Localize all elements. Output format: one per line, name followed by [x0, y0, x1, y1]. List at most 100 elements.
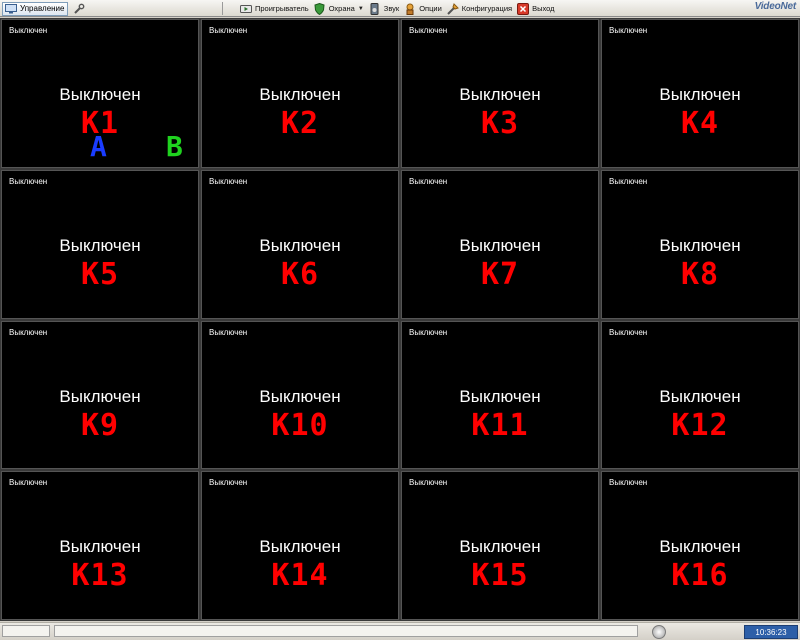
- menu-security-label: Охрана: [328, 4, 355, 13]
- menu-options[interactable]: Опции: [404, 3, 442, 15]
- status-progress-bar: [54, 625, 638, 637]
- config-icon: [447, 2, 459, 15]
- player-icon: [240, 3, 252, 15]
- manage-label: Управление: [20, 4, 65, 13]
- camera-channel-label: K11: [471, 407, 529, 443]
- camera-cell[interactable]: Выключен Выключен K6: [201, 169, 399, 319]
- tools-button[interactable]: [72, 2, 86, 16]
- tray-indicator-icon[interactable]: [652, 625, 666, 639]
- camera-off-message: Выключен: [259, 386, 341, 406]
- status-panel-left: [2, 625, 50, 637]
- camera-off-message: Выключен: [259, 537, 341, 557]
- toolbar-separator: [222, 2, 223, 15]
- camera-cell[interactable]: Выключен Выключен K5: [1, 169, 199, 319]
- overlay-marker-a: A: [90, 130, 107, 163]
- camera-off-message: Выключен: [59, 235, 141, 255]
- camera-cell[interactable]: Выключен Выключен K11: [401, 320, 599, 470]
- camera-channel-label: K13: [71, 558, 129, 594]
- camera-channel-label: K16: [671, 558, 729, 594]
- camera-channel-label: K10: [271, 407, 329, 443]
- exit-icon: [517, 2, 530, 15]
- camera-cell[interactable]: Выключен Выключен K9: [1, 320, 199, 470]
- camera-status-text: Выключен: [209, 26, 248, 35]
- monitor-icon: [5, 3, 17, 14]
- menu-player-label: Проигрыватель: [255, 4, 309, 13]
- menu-exit-label: Выход: [532, 4, 555, 13]
- menu-security[interactable]: Охрана ▼: [314, 2, 364, 15]
- menu-sound[interactable]: Звук: [369, 2, 400, 15]
- camera-status-text: Выключен: [209, 327, 248, 337]
- camera-cell[interactable]: Выключен Выключен K14: [201, 471, 399, 620]
- camera-status-text: Выключен: [9, 26, 48, 35]
- camera-status-text: Выключен: [409, 176, 448, 186]
- camera-off-message: Выключен: [59, 386, 141, 406]
- camera-status-text: Выключен: [609, 176, 648, 186]
- camera-channel-label: K15: [471, 558, 529, 594]
- top-toolbar: Управление Проигрыватель Охрана ▼ Звук О…: [0, 0, 800, 17]
- camera-status-text: Выключен: [409, 26, 448, 35]
- camera-off-message: Выключен: [259, 235, 341, 255]
- camera-channel-label: K5: [80, 256, 120, 292]
- camera-cell[interactable]: Выключен Выключен K7: [401, 169, 599, 319]
- camera-off-message: Выключен: [659, 235, 741, 255]
- camera-cell[interactable]: Выключен Выключен K10: [201, 320, 399, 470]
- camera-cell[interactable]: Выключен Выключен K13: [1, 471, 199, 620]
- toolbar-left-group: Управление: [2, 1, 86, 16]
- camera-off-message: Выключен: [459, 235, 541, 255]
- camera-status-text: Выключен: [209, 176, 248, 186]
- camera-channel-label: K14: [271, 558, 329, 594]
- camera-channel-label: K12: [671, 407, 729, 443]
- camera-off-message: Выключен: [459, 537, 541, 557]
- shield-icon: [314, 2, 326, 15]
- camera-channel-label: K4: [680, 106, 720, 141]
- toolbar-menu: Проигрыватель Охрана ▼ Звук Опции Конфиг…: [240, 1, 560, 16]
- camera-cell[interactable]: Выключен Выключен K2: [201, 19, 399, 168]
- camera-off-message: Выключен: [459, 386, 541, 406]
- camera-cell[interactable]: Выключен Выключен K16: [601, 471, 799, 620]
- camera-status-text: Выключен: [409, 478, 448, 488]
- camera-channel-label: K7: [480, 256, 520, 292]
- camera-off-message: Выключен: [259, 85, 341, 104]
- camera-channel-label: K9: [80, 407, 120, 443]
- camera-cell[interactable]: Выключен Выключен K15: [401, 471, 599, 620]
- camera-off-message: Выключен: [59, 85, 141, 104]
- menu-options-label: Опции: [419, 4, 442, 13]
- menu-configuration-label: Конфигурация: [461, 4, 513, 13]
- menu-player[interactable]: Проигрыватель: [240, 3, 309, 15]
- camera-off-message: Выключен: [659, 85, 741, 104]
- menu-configuration[interactable]: Конфигурация: [447, 2, 513, 15]
- camera-channel-label: K6: [280, 256, 320, 292]
- clock: 10:36:23: [744, 625, 798, 639]
- camera-channel-label: K8: [680, 256, 720, 292]
- camera-cell[interactable]: Выключен Выключен K12: [601, 320, 799, 470]
- camera-off-message: Выключен: [659, 386, 741, 406]
- camera-status-text: Выключен: [209, 478, 248, 488]
- menu-exit[interactable]: Выход: [517, 2, 555, 15]
- wrench-icon: [73, 3, 85, 15]
- status-bar: 10:36:23: [0, 622, 800, 640]
- camera-status-text: Выключен: [9, 478, 48, 488]
- camera-status-text: Выключен: [9, 176, 48, 186]
- camera-cell[interactable]: Выключен Выключен K8: [601, 169, 799, 319]
- speaker-icon: [369, 2, 381, 15]
- manage-button[interactable]: Управление: [2, 1, 69, 16]
- camera-channel-label: K2: [280, 106, 320, 141]
- camera-off-message: Выключен: [59, 537, 141, 557]
- camera-status-text: Выключен: [609, 327, 648, 337]
- overlay-marker-b: B: [166, 130, 183, 163]
- camera-off-message: Выключен: [659, 537, 741, 557]
- camera-cell[interactable]: Выключен Выключен K3: [401, 19, 599, 168]
- camera-status-text: Выключен: [609, 26, 648, 35]
- camera-status-text: Выключен: [609, 478, 648, 488]
- camera-status-text: Выключен: [409, 327, 448, 337]
- camera-cell[interactable]: Выключен Выключен K1 A B: [1, 19, 199, 168]
- camera-grid: Выключен Выключен K1 A B Выключен Выключен K2 Вы…: [0, 18, 800, 621]
- camera-channel-label: K3: [480, 106, 520, 141]
- brand-logo: VideoNet: [754, 1, 797, 12]
- menu-sound-label: Звук: [383, 4, 400, 13]
- options-icon: [404, 3, 416, 15]
- camera-status-text: Выключен: [9, 327, 48, 337]
- camera-cell[interactable]: Выключен Выключен K4: [601, 19, 799, 168]
- chevron-down-icon[interactable]: ▼: [358, 6, 364, 12]
- camera-off-message: Выключен: [459, 85, 541, 104]
